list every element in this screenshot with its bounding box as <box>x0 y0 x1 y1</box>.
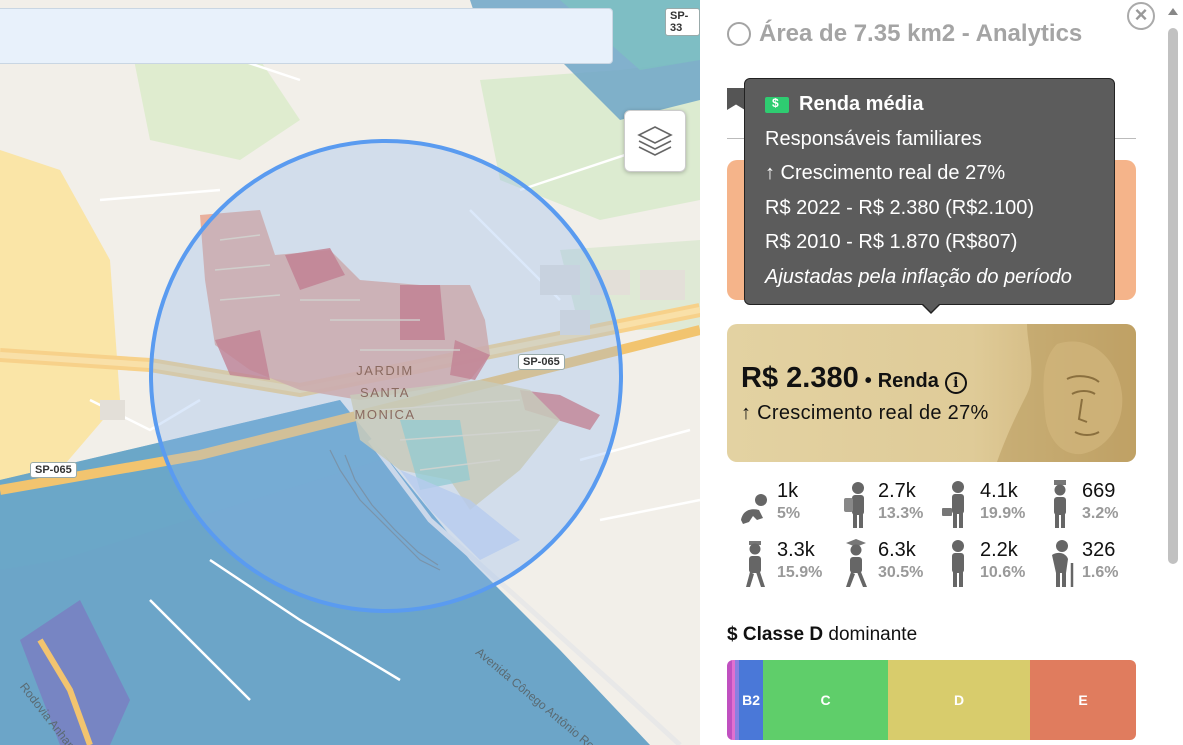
layers-icon <box>637 126 673 156</box>
age-group-count: 3.3k <box>777 539 815 561</box>
age-group-percent: 1.6% <box>1082 564 1119 581</box>
age-group-percent: 3.2% <box>1082 505 1119 522</box>
scroll-up-arrow-icon[interactable] <box>1168 8 1178 15</box>
panel-scrollbar[interactable] <box>1166 8 1180 745</box>
panel-title-text: Área de 7.35 km2 - Analytics <box>759 20 1083 47</box>
tooltip-title-text: Renda média <box>799 93 924 115</box>
age-group-item: 326 1.6% <box>1042 539 1142 589</box>
person-standing-icon <box>940 539 976 589</box>
age-group-item: 2.7k 13.3% <box>838 480 938 530</box>
age-group-count: 669 <box>1082 480 1116 502</box>
scroll-thumb[interactable] <box>1168 28 1178 564</box>
graduate-icon <box>838 539 874 589</box>
renda-amount: R$ 2.380 <box>741 362 859 394</box>
age-group-count: 6.3k <box>878 539 916 561</box>
baby-crawling-icon <box>737 480 773 530</box>
age-group-percent: 10.6% <box>980 564 1026 581</box>
renda-value: R$ 2.380 • Renda i <box>741 362 967 395</box>
age-group-percent: 5% <box>777 505 801 522</box>
renda-growth: ↑ Crescimento real de 27% <box>741 402 989 424</box>
dollar-icon: $ <box>727 624 738 645</box>
tooltip-subtitle: Responsáveis familiares <box>765 128 982 150</box>
panel-title: Área de 7.35 km2 - Analytics <box>727 20 1082 48</box>
dominant-class: $ Classe D dominante <box>727 624 917 646</box>
age-group-percent: 19.9% <box>980 505 1026 522</box>
age-group-count: 1k <box>777 480 799 502</box>
map-view[interactable]: SP-065 SP-065 SP-33 JARDIM SANTA MONICA … <box>0 0 700 745</box>
road-label-sp33: SP-33 <box>665 8 700 36</box>
class-segment-b2[interactable]: B2 <box>739 660 763 740</box>
layers-button[interactable] <box>624 110 686 172</box>
renda-separator: • <box>864 370 872 392</box>
elderly-cane-icon <box>1042 539 1078 589</box>
age-group-item: 1k 5% <box>737 480 837 530</box>
age-group-count: 326 <box>1082 539 1116 561</box>
age-group-count: 2.2k <box>980 539 1018 561</box>
class-segment-c[interactable]: C <box>762 660 889 740</box>
road-label-sp065-west: SP-065 <box>30 462 77 478</box>
nurse-icon <box>1042 480 1078 530</box>
tooltip-growth: ↑ Crescimento real de 27% <box>765 162 1006 184</box>
tooltip-2010: R$ 2010 - R$ 1.870 (R$807) <box>765 231 1018 253</box>
renda-tooltip: Renda média Responsáveis familiares ↑ Cr… <box>744 78 1115 314</box>
neighbourhood-label-line1: JARDIM SANTA <box>356 363 414 400</box>
student-backpack-icon <box>838 480 874 530</box>
adult-briefcase-icon <box>940 480 976 530</box>
area-circle-icon <box>727 22 751 46</box>
age-group-item: 2.2k 10.6% <box>940 539 1040 589</box>
tooltip-title: Renda média <box>765 93 923 116</box>
child-walking-icon <box>737 539 773 589</box>
age-group-item: 3.3k 15.9% <box>737 539 837 589</box>
road-label-sp065: SP-065 <box>518 354 565 370</box>
close-icon: × <box>1134 2 1148 27</box>
age-group-count: 4.1k <box>980 480 1018 502</box>
banknote-face-icon <box>997 324 1136 462</box>
map-search-bar[interactable] <box>0 8 613 64</box>
class-segment-e[interactable]: E <box>1030 660 1136 740</box>
money-bill-icon <box>765 96 789 113</box>
tooltip-2022: R$ 2022 - R$ 2.380 (R$2.100) <box>765 197 1035 219</box>
age-group-count: 2.7k <box>878 480 916 502</box>
tooltip-note: Ajustadas pela inflação do período <box>765 266 1072 288</box>
age-group-item: 4.1k 19.9% <box>940 480 1040 530</box>
neighbourhood-label: JARDIM SANTA MONICA <box>330 360 440 426</box>
age-group-percent: 13.3% <box>878 505 924 522</box>
age-group-item: 6.3k 30.5% <box>838 539 938 589</box>
dominant-class-suffix: dominante <box>828 624 918 645</box>
class-distribution-bar[interactable]: B2 C D E <box>727 660 1136 740</box>
close-button[interactable]: × <box>1127 2 1155 30</box>
info-icon[interactable]: i <box>944 372 967 394</box>
class-segment-d[interactable]: D <box>888 660 1031 740</box>
age-group-item: 669 3.2% <box>1042 480 1142 530</box>
renda-label: Renda <box>877 370 939 392</box>
age-group-percent: 30.5% <box>878 564 924 581</box>
app-root: SP-065 SP-065 SP-33 JARDIM SANTA MONICA … <box>0 0 1183 745</box>
dominant-class-name: Classe D <box>742 624 824 645</box>
age-group-percent: 15.9% <box>777 564 823 581</box>
neighbourhood-label-line2: MONICA <box>354 407 416 422</box>
